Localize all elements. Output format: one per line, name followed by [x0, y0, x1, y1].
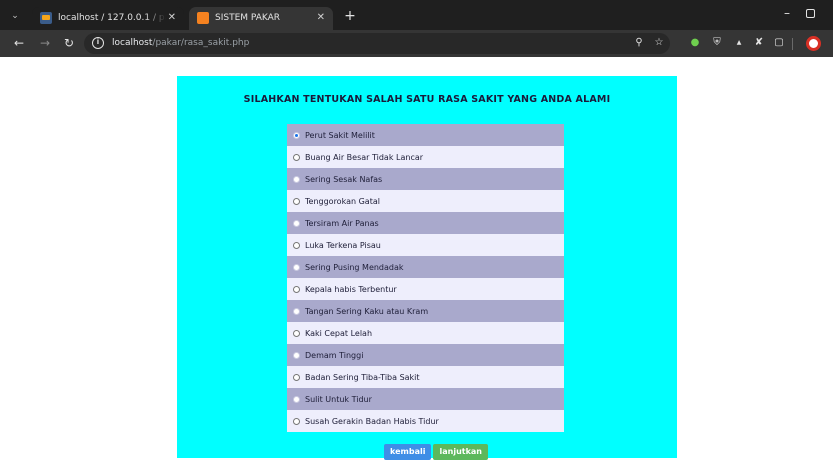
symptom-option-label: Demam Tinggi: [305, 350, 364, 360]
bookmark-star-icon[interactable]: ☆: [652, 36, 666, 50]
toolbar-divider: [792, 38, 793, 50]
symptom-option-label: Tangan Sering Kaku atau Kram: [305, 306, 429, 316]
page-title: SILAHKAN TENTUKAN SALAH SATU RASA SAKIT …: [243, 94, 611, 105]
symptom-option-label: Sering Sesak Nafas: [305, 174, 383, 184]
symptom-option[interactable]: Tenggorokan Gatal: [287, 190, 564, 212]
symptom-radio[interactable]: [293, 285, 300, 293]
symptom-radio[interactable]: [293, 131, 300, 139]
symptom-option-list: Perut Sakit Melilit Buang Air Besar Tidak…: [287, 124, 564, 432]
extension-leaf-icon[interactable]: ●: [688, 36, 702, 50]
browser-tab-strip: ⌄ localhost / 127.0.0.1 / pakar | p ✕ SI…: [0, 0, 833, 30]
symptom-option[interactable]: Kaki Cepat Lelah: [287, 322, 564, 344]
tab-close-icon[interactable]: ✕: [317, 7, 325, 29]
symptom-option-label: Badan Sering Tiba-Tiba Sakit: [305, 372, 420, 382]
phpmyadmin-icon: [40, 12, 52, 24]
symptom-option-label: Susah Gerakin Badan Habis Tidur: [305, 416, 439, 426]
xampp-icon: [197, 12, 209, 24]
symptom-option[interactable]: Sering Pusing Mendadak: [287, 256, 564, 278]
extension-dot-icon[interactable]: ▲: [732, 36, 746, 50]
symptom-radio[interactable]: [293, 329, 300, 337]
extension-shield-icon[interactable]: ⛨: [710, 36, 724, 50]
symptom-option[interactable]: Badan Sering Tiba-Tiba Sakit: [287, 366, 564, 388]
address-url[interactable]: localhost/pakar/rasa_sakit.php: [112, 33, 249, 54]
symptom-radio[interactable]: [293, 307, 300, 315]
reload-icon[interactable]: ↻: [62, 36, 76, 50]
tab-title: SISTEM PAKAR: [215, 13, 281, 23]
page-viewport: SILAHKAN TENTUKAN SALAH SATU RASA SAKIT …: [0, 57, 833, 460]
symptom-radio[interactable]: [293, 395, 300, 403]
forward-arrow-icon[interactable]: →: [38, 36, 52, 50]
extension-bird-icon[interactable]: ✘: [752, 36, 766, 50]
symptom-radio[interactable]: [293, 373, 300, 381]
symptom-radio[interactable]: [293, 153, 300, 161]
new-tab-plus-icon[interactable]: +: [342, 8, 358, 24]
symptom-option[interactable]: Sulit Untuk Tidur: [287, 388, 564, 410]
symptom-option[interactable]: Susah Gerakin Badan Habis Tidur: [287, 410, 564, 432]
window-minimize-icon[interactable]: –: [780, 6, 794, 20]
url-path: /pakar/rasa_sakit.php: [152, 38, 250, 48]
symptom-option-label: Buang Air Besar Tidak Lancar: [305, 152, 424, 162]
symptom-option-label: Sulit Untuk Tidur: [305, 394, 372, 404]
symptom-option-label: Tersiram Air Panas: [305, 218, 379, 228]
profile-avatar[interactable]: [806, 36, 821, 51]
symptom-option-label: Kaki Cepat Lelah: [305, 328, 373, 338]
tab-search-chevron-icon[interactable]: ⌄: [8, 10, 22, 22]
symptom-option-label: Luka Terkena Pisau: [305, 240, 381, 250]
symptom-option[interactable]: Demam Tinggi: [287, 344, 564, 366]
url-host: localhost: [112, 38, 153, 48]
symptom-option[interactable]: Kepala habis Terbentur: [287, 278, 564, 300]
symptom-option-label: Kepala habis Terbentur: [305, 284, 397, 294]
symptom-option-label: Perut Sakit Melilit: [305, 130, 375, 140]
symptom-option[interactable]: Luka Terkena Pisau: [287, 234, 564, 256]
symptom-option[interactable]: Tersiram Air Panas: [287, 212, 564, 234]
back-arrow-icon[interactable]: ←: [12, 36, 26, 50]
symptom-radio[interactable]: [293, 241, 300, 249]
symptom-option[interactable]: Tangan Sering Kaku atau Kram: [287, 300, 564, 322]
symptom-option-label: Tenggorokan Gatal: [305, 196, 380, 206]
symptom-radio[interactable]: [293, 219, 300, 227]
tab-title: localhost / 127.0.0.1 / pakar | p: [58, 13, 166, 23]
symptom-option[interactable]: Sering Sesak Nafas: [287, 168, 564, 190]
extensions-puzzle-icon[interactable]: ▢: [772, 36, 786, 50]
symptom-radio[interactable]: [293, 263, 300, 271]
window-restore-icon[interactable]: [806, 9, 815, 18]
symptom-radio[interactable]: [293, 197, 300, 205]
tab-sistem-pakar[interactable]: SISTEM PAKAR ✕: [189, 7, 333, 30]
address-bar[interactable]: i localhost/pakar/rasa_sakit.php ⚲ ☆: [84, 33, 670, 54]
browser-toolbar: ← → ↻ i localhost/pakar/rasa_sakit.php ⚲…: [0, 30, 833, 57]
symptom-radio[interactable]: [293, 351, 300, 359]
tab-phpmyadmin[interactable]: localhost / 127.0.0.1 / pakar | p ✕: [32, 7, 184, 30]
zoom-icon[interactable]: ⚲: [632, 36, 646, 50]
symptom-option-label: Sering Pusing Mendadak: [305, 262, 404, 272]
symptom-radio[interactable]: [293, 417, 300, 425]
symptom-radio[interactable]: [293, 175, 300, 183]
symptom-option[interactable]: Perut Sakit Melilit: [287, 124, 564, 146]
symptom-panel: SILAHKAN TENTUKAN SALAH SATU RASA SAKIT …: [177, 76, 677, 460]
tab-close-icon[interactable]: ✕: [168, 7, 176, 29]
symptom-option[interactable]: Buang Air Besar Tidak Lancar: [287, 146, 564, 168]
site-info-icon[interactable]: i: [92, 37, 104, 49]
